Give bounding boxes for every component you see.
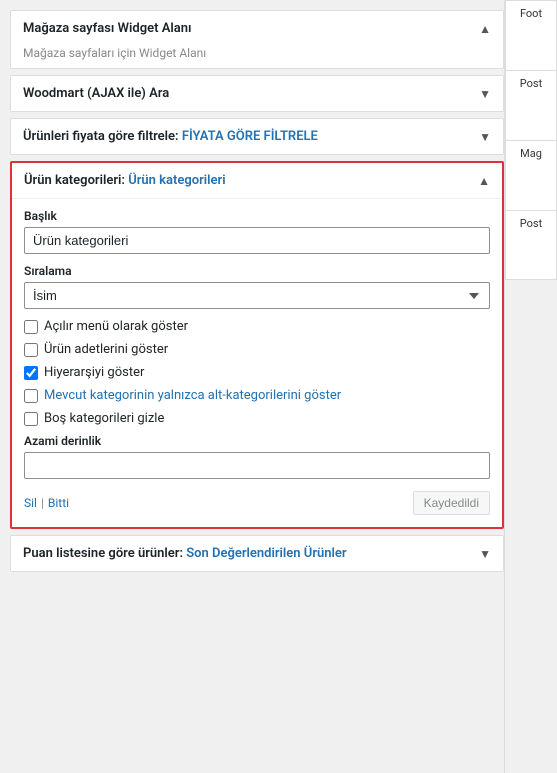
sidebar-item-post[interactable]: Post: [505, 70, 557, 140]
widget-price-highlight: FİYATA GÖRE FİLTRELE: [182, 129, 318, 144]
saved-button: Kaydedildi: [413, 491, 490, 515]
checkbox-mevcut-input[interactable]: [24, 389, 38, 403]
sidebar-item-foot[interactable]: Foot: [505, 0, 557, 70]
widget-categories-header[interactable]: Ürün kategorileri: Ürün kategorileri ▲: [12, 163, 502, 198]
widget-footer: Sil | Bitti Kaydedildi: [24, 491, 490, 515]
baslik-row: Başlık: [24, 209, 490, 254]
checkbox-hiyerarsi-label: Hiyerarşiyi göster: [44, 365, 144, 380]
widget-store-subtext: Mağaza sayfaları için Widget Alanı: [11, 46, 503, 68]
azami-input[interactable]: [24, 452, 490, 479]
separator: |: [41, 496, 44, 510]
sidebar: Foot Post Mag Post: [504, 0, 557, 773]
sidebar-item-foot-label: Foot: [520, 7, 542, 20]
checkbox-mevcut-label: Mevcut kategorinin yalnızca alt-kategori…: [44, 388, 341, 403]
checkbox-urun-label: Ürün adetlerini göster: [44, 342, 168, 357]
sidebar-item-mag-label: Mag: [520, 147, 542, 160]
bitti-link[interactable]: Bitti: [48, 496, 69, 510]
checkbox-urun: Ürün adetlerini göster: [24, 342, 490, 357]
checkbox-acilir: Açılır menü olarak göster: [24, 319, 490, 334]
widget-search: Woodmart (AJAX ile) Ara ▼: [10, 75, 504, 112]
checkbox-bos-input[interactable]: [24, 412, 38, 426]
widget-categories-arrow: ▲: [478, 174, 490, 188]
widget-price: Ürünleri fiyata göre filtrele: FİYATA GÖ…: [10, 118, 504, 155]
siralama-select[interactable]: İsim ID Sayı: [24, 282, 490, 309]
widget-price-title: Ürünleri fiyata göre filtrele: FİYATA GÖ…: [23, 129, 318, 144]
widget-price-header[interactable]: Ürünleri fiyata göre filtrele: FİYATA GÖ…: [11, 119, 503, 154]
widget-bottom-title: Puan listesine göre ürünler: Son Değerle…: [23, 546, 347, 561]
widget-bottom-header[interactable]: Puan listesine göre ürünler: Son Değerle…: [11, 536, 503, 571]
widget-price-arrow: ▼: [479, 130, 491, 144]
footer-links: Sil | Bitti: [24, 496, 69, 510]
widget-store-header[interactable]: Mağaza sayfası Widget Alanı ▲: [11, 11, 503, 46]
widget-search-header[interactable]: Woodmart (AJAX ile) Ara ▼: [11, 76, 503, 111]
widget-categories-expanded: Ürün kategorileri: Ürün kategorileri ▲ B…: [10, 161, 504, 529]
sidebar-item-post2[interactable]: Post: [505, 210, 557, 280]
checkbox-acilir-input[interactable]: [24, 320, 38, 334]
siralama-label: Sıralama: [24, 264, 490, 278]
checkbox-bos: Boş kategorileri gizle: [24, 411, 490, 426]
widget-bottom-highlight: Son Değerlendirilen Ürünler: [186, 546, 346, 561]
widget-store-title: Mağaza sayfası Widget Alanı: [23, 21, 192, 36]
azami-row: Azami derinlik: [24, 434, 490, 479]
widget-search-arrow: ▼: [479, 87, 491, 101]
widget-categories-title-highlight: Ürün kategorileri: [128, 173, 225, 188]
checkbox-urun-input[interactable]: [24, 343, 38, 357]
widget-bottom: Puan listesine göre ürünler: Son Değerle…: [10, 535, 504, 572]
sidebar-item-post-label: Post: [520, 77, 542, 90]
baslik-label: Başlık: [24, 209, 490, 223]
checkbox-hiyerarsi-input[interactable]: [24, 366, 38, 380]
widget-search-title: Woodmart (AJAX ile) Ara: [23, 86, 169, 101]
widget-categories-title: Ürün kategorileri: Ürün kategorileri: [24, 173, 226, 188]
siralama-row: Sıralama İsim ID Sayı: [24, 264, 490, 309]
sil-link[interactable]: Sil: [24, 496, 37, 510]
widget-categories-body: Başlık Sıralama İsim ID Sayı Açılır menü…: [12, 198, 502, 527]
widget-store: Mağaza sayfası Widget Alanı ▲ Mağaza say…: [10, 10, 504, 69]
sidebar-item-post2-label: Post: [520, 217, 542, 230]
checkbox-acilir-label: Açılır menü olarak göster: [44, 319, 188, 334]
azami-label: Azami derinlik: [24, 434, 490, 448]
checkbox-mevcut: Mevcut kategorinin yalnızca alt-kategori…: [24, 388, 490, 403]
checkbox-hiyerarsi: Hiyerarşiyi göster: [24, 365, 490, 380]
checkbox-mevcut-text: Mevcut kategorinin yalnızca alt-kategori…: [44, 388, 341, 403]
widget-bottom-arrow: ▼: [479, 547, 491, 561]
sidebar-item-mag[interactable]: Mag: [505, 140, 557, 210]
widget-store-arrow: ▲: [479, 22, 491, 36]
checkbox-bos-label: Boş kategorileri gizle: [44, 411, 164, 426]
baslik-input[interactable]: [24, 227, 490, 254]
